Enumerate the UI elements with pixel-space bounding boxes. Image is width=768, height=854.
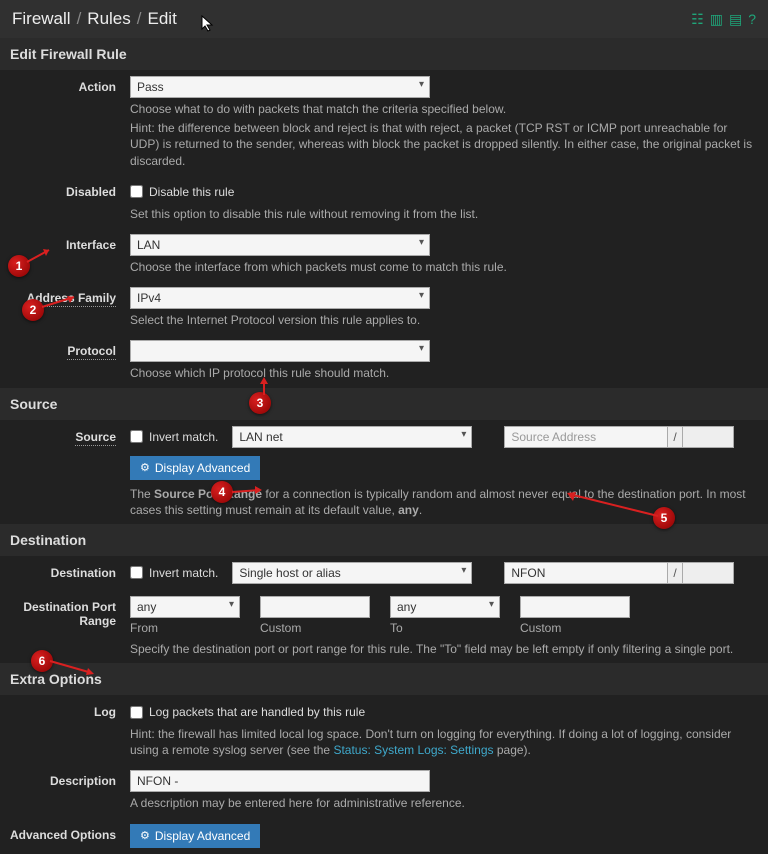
crumb-edit: Edit bbox=[148, 9, 177, 29]
disabled-chk-label: Disable this rule bbox=[149, 185, 234, 199]
port-custom2-sub: Custom bbox=[520, 621, 630, 635]
crumb-rules[interactable]: Rules bbox=[87, 9, 130, 29]
gear-icon: ⚙ bbox=[140, 461, 150, 474]
log-icon[interactable]: ▤ bbox=[729, 11, 742, 28]
panel-source-title: Source bbox=[0, 388, 768, 420]
interface-help: Choose the interface from which packets … bbox=[130, 259, 758, 275]
disabled-help: Set this option to disable this rule wit… bbox=[130, 206, 758, 222]
action-help1: Choose what to do with packets that matc… bbox=[130, 101, 758, 117]
dest-address-input[interactable] bbox=[504, 562, 668, 584]
marker-4: 4 bbox=[211, 481, 233, 503]
port-to-select[interactable]: any bbox=[390, 596, 500, 618]
port-custom1-sub: Custom bbox=[260, 621, 370, 635]
dest-port-label: Destination Port Range bbox=[10, 596, 130, 657]
log-chk-label: Log packets that are handled by this rul… bbox=[149, 705, 365, 719]
disabled-checkbox[interactable] bbox=[130, 185, 143, 198]
source-mask-select[interactable] bbox=[682, 426, 734, 448]
marker-2: 2 bbox=[22, 299, 44, 321]
source-invert-checkbox[interactable] bbox=[130, 430, 143, 443]
description-input[interactable] bbox=[130, 770, 430, 792]
protocol-label: Protocol bbox=[10, 340, 130, 381]
panel-extra-title: Extra Options bbox=[0, 663, 768, 695]
crumb-sep: / bbox=[77, 9, 82, 29]
source-label: Source bbox=[10, 426, 130, 518]
slash-sep: / bbox=[668, 562, 681, 584]
crumb-firewall[interactable]: Firewall bbox=[12, 9, 71, 29]
action-label: Action bbox=[10, 76, 130, 169]
action-help2: Hint: the difference between block and r… bbox=[130, 120, 758, 169]
advanced-display-button[interactable]: ⚙Display Advanced bbox=[130, 824, 260, 848]
advanced-label: Advanced Options bbox=[10, 824, 130, 848]
marker-5: 5 bbox=[653, 507, 675, 529]
marker-3: 3 bbox=[249, 392, 271, 414]
dest-mask-select[interactable] bbox=[682, 562, 734, 584]
dest-label: Destination bbox=[10, 562, 130, 584]
dest-type-select[interactable]: Single host or alias bbox=[232, 562, 472, 584]
panel-dest-title: Destination bbox=[0, 524, 768, 556]
gear-icon: ⚙ bbox=[140, 829, 150, 842]
dest-invert-checkbox[interactable] bbox=[130, 566, 143, 579]
page-header: Firewall / Rules / Edit ☷ ▥ ▤ ? bbox=[0, 0, 768, 38]
action-select[interactable]: Pass bbox=[130, 76, 430, 98]
interface-select[interactable]: LAN bbox=[130, 234, 430, 256]
port-to-custom-input[interactable] bbox=[520, 596, 630, 618]
source-invert-label: Invert match. bbox=[149, 430, 218, 444]
source-display-advanced-button[interactable]: ⚙Display Advanced bbox=[130, 456, 260, 480]
af-help: Select the Internet Protocol version thi… bbox=[130, 312, 758, 328]
marker-6: 6 bbox=[31, 650, 53, 672]
syslog-settings-link[interactable]: Status: System Logs: Settings bbox=[333, 743, 493, 757]
chart-icon[interactable]: ▥ bbox=[710, 11, 723, 28]
af-select[interactable]: IPv4 bbox=[130, 287, 430, 309]
port-from-sub: From bbox=[130, 621, 240, 635]
description-label: Description bbox=[10, 770, 130, 811]
port-from-custom-input[interactable] bbox=[260, 596, 370, 618]
header-actions: ☷ ▥ ▤ ? bbox=[691, 11, 756, 28]
marker-1: 1 bbox=[8, 255, 30, 277]
protocol-help: Choose which IP protocol this rule shoul… bbox=[130, 365, 758, 381]
panel-edit-title: Edit Firewall Rule bbox=[0, 38, 768, 70]
port-to-sub: To bbox=[390, 621, 500, 635]
source-type-select[interactable]: LAN net bbox=[232, 426, 472, 448]
log-checkbox[interactable] bbox=[130, 706, 143, 719]
sliders-icon[interactable]: ☷ bbox=[691, 11, 704, 28]
log-label: Log bbox=[10, 701, 130, 758]
help-icon[interactable]: ? bbox=[748, 11, 756, 27]
description-help: A description may be entered here for ad… bbox=[130, 795, 758, 811]
dest-invert-label: Invert match. bbox=[149, 566, 218, 580]
crumb-sep: / bbox=[137, 9, 142, 29]
protocol-select[interactable] bbox=[130, 340, 430, 362]
disabled-label: Disabled bbox=[10, 181, 130, 222]
slash-sep: / bbox=[668, 426, 681, 448]
breadcrumb: Firewall / Rules / Edit bbox=[12, 9, 177, 29]
dest-port-help: Specify the destination port or port ran… bbox=[130, 641, 758, 657]
port-from-select[interactable]: any bbox=[130, 596, 240, 618]
log-help: Hint: the firewall has limited local log… bbox=[130, 726, 758, 758]
source-address-input[interactable] bbox=[504, 426, 668, 448]
